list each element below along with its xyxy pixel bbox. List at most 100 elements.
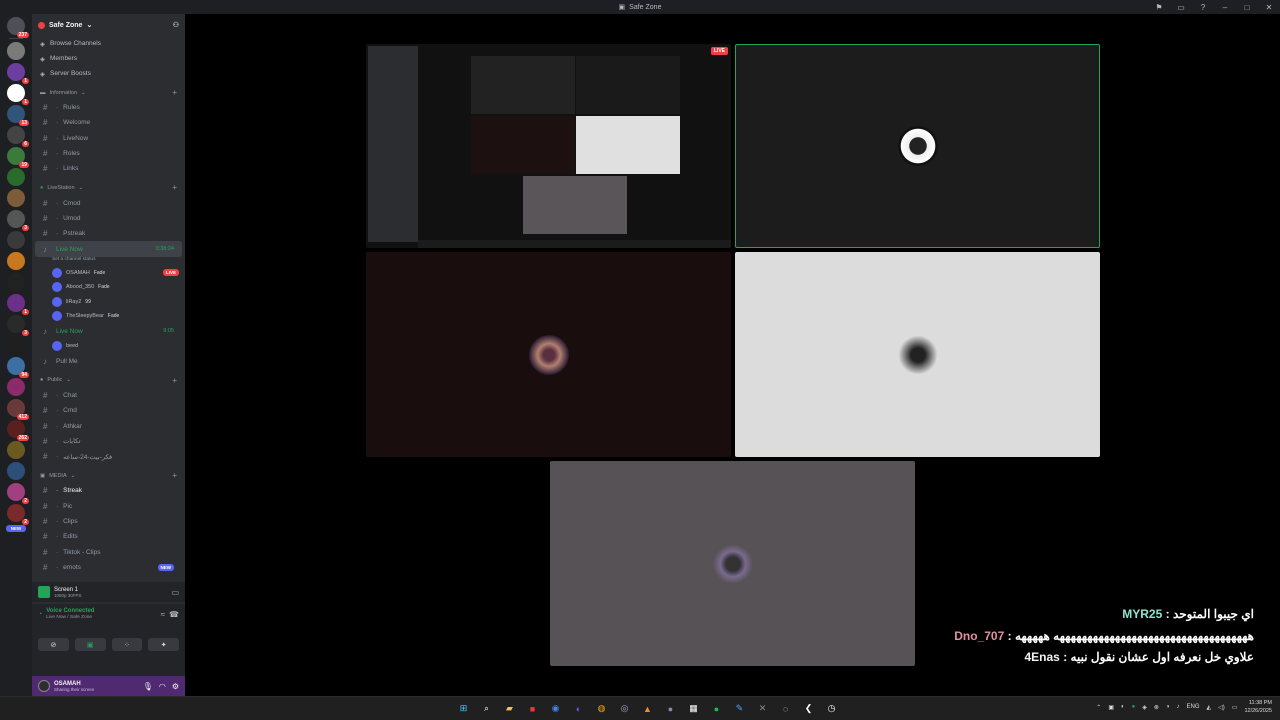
spotify-icon[interactable]: ●	[708, 700, 725, 717]
app-icon[interactable]: ●	[662, 700, 679, 717]
app-icon[interactable]: ✕	[754, 700, 771, 717]
invite-icon[interactable]: ⚇	[173, 21, 179, 29]
server-icon[interactable]	[7, 336, 25, 354]
text-channel[interactable]: # · Welcome	[35, 115, 182, 130]
discord-tray-icon[interactable]: ◐	[1121, 704, 1125, 710]
text-channel[interactable]: # · Rules	[35, 100, 182, 115]
category-livestation[interactable]: ● LiveStation ⌄ +	[32, 180, 185, 195]
add-channel-icon[interactable]: +	[172, 471, 177, 480]
text-channel[interactable]: # · Pic	[35, 499, 182, 514]
text-channel[interactable]: # · Athkar	[35, 418, 182, 433]
channel-status-text[interactable]: Set a channel status	[32, 257, 185, 266]
app-icon[interactable]: ◷	[823, 700, 840, 717]
text-channel[interactable]: # · Chat	[35, 388, 182, 403]
voice-user[interactable]: OSAMAH Fade LIVE	[32, 266, 185, 281]
soundboard-button[interactable]: ✦	[148, 638, 179, 651]
app-icon[interactable]: ◌	[777, 700, 794, 717]
stream-tile-osamah[interactable]: LIVE	[366, 44, 731, 248]
video-app-icon[interactable]: ■	[524, 700, 541, 717]
text-channel[interactable]: # · تكايات	[35, 434, 182, 449]
category-media[interactable]: ▣ MEDIA ⌄ +	[32, 468, 185, 483]
app-icon[interactable]: ❮	[800, 700, 817, 717]
voice-user[interactable]: Abood_350 Fade	[32, 280, 185, 295]
server-icon[interactable]	[7, 168, 25, 186]
chevron-up-icon[interactable]: ⌃	[1096, 704, 1101, 711]
stream-tile-beed[interactable]	[550, 461, 915, 666]
server-icon[interactable]: 3	[7, 315, 29, 336]
server-icon[interactable]: 1	[7, 63, 29, 84]
microphone-icon[interactable]: ♪	[1177, 704, 1180, 710]
screen-quality[interactable]: 1080p 30FPS	[54, 593, 82, 598]
voice-user[interactable]: TheSleepyBear Fade	[32, 309, 185, 324]
app-icon[interactable]: ▦	[685, 700, 702, 717]
language-indicator[interactable]: ENG	[1187, 704, 1200, 710]
voice-channel-live-now-2[interactable]: ♪ Live Now 9:05	[35, 324, 182, 339]
server-icon[interactable]	[7, 42, 25, 60]
app-icon[interactable]: ✎	[731, 700, 748, 717]
volume-icon[interactable]: ◁)	[1218, 704, 1225, 711]
menu-item[interactable]: ◈ Server Boosts	[32, 66, 185, 81]
tray-icon[interactable]: ◈	[1142, 704, 1147, 711]
server-icon[interactable]: 6	[7, 126, 29, 147]
voice-channel-pull-me[interactable]: ♪ Pull Me	[35, 353, 182, 368]
window-icon[interactable]: ▭	[1176, 3, 1186, 12]
tray-icon[interactable]: ▣	[1108, 704, 1114, 711]
voice-channel-live-now[interactable]: ♪ Live Now 3:38:24	[35, 241, 182, 257]
camera-button[interactable]: ⊘	[38, 638, 69, 651]
server-icon[interactable]	[7, 378, 25, 396]
inbox-icon[interactable]: ⚑	[1154, 3, 1164, 12]
chrome-icon[interactable]: ◉	[547, 700, 564, 717]
voice-user[interactable]: liRay2 99	[32, 295, 185, 310]
text-channel[interactable]: # · Cmd	[35, 403, 182, 418]
stream-tile-sleepybear[interactable]	[735, 252, 1100, 457]
tray-icon[interactable]: ⊗	[1154, 704, 1159, 711]
category-public[interactable]: ● Public ⌄ +	[32, 373, 185, 388]
server-icon[interactable]: 2	[7, 504, 29, 525]
server-icon[interactable]	[7, 189, 25, 207]
start-icon[interactable]: ⊞	[455, 700, 472, 717]
server-icon[interactable]	[7, 252, 25, 270]
server-icon[interactable]: 19	[7, 147, 29, 168]
microphone-icon[interactable]: 🎙	[143, 682, 153, 691]
server-icon[interactable]: 262	[7, 420, 29, 441]
text-channel[interactable]: # · فكر-بيت-24-ساعه	[35, 449, 182, 464]
stream-tile-abood[interactable]	[735, 44, 1100, 248]
help-icon[interactable]: ?	[1198, 3, 1208, 12]
text-channel[interactable]: # · Tiktok - Clips	[35, 544, 182, 559]
stop-stream-icon[interactable]: ▭	[171, 588, 179, 597]
text-channel[interactable]: # · Streak	[35, 483, 182, 498]
minimize-icon[interactable]: –	[1220, 3, 1230, 12]
avatar[interactable]	[38, 680, 50, 692]
server-icon[interactable]: 1	[7, 294, 29, 315]
search-icon[interactable]: ⌕	[478, 700, 495, 717]
maximize-icon[interactable]: □	[1242, 3, 1252, 12]
text-channel[interactable]: # · Edits	[35, 529, 182, 544]
tray-icon[interactable]: ●	[1132, 704, 1136, 710]
settings-icon[interactable]: ⚙	[172, 682, 179, 691]
server-icon[interactable]: 13	[7, 105, 29, 126]
voice-channel-path[interactable]: Live Now / Safe Zone	[46, 615, 94, 620]
server-icon[interactable]: 237	[7, 17, 29, 38]
text-channel[interactable]: # · Umod	[35, 211, 182, 226]
voice-user[interactable]: beed	[32, 339, 185, 354]
text-channel[interactable]: # · Roles	[35, 146, 182, 161]
text-channel[interactable]: # · LiveNow	[35, 131, 182, 146]
network-icon[interactable]: ◭	[1207, 704, 1212, 711]
menu-item[interactable]: ◈ Browse Channels	[32, 36, 185, 51]
activities-button[interactable]: ⁘	[111, 638, 143, 651]
stream-tile-liray[interactable]	[366, 252, 731, 457]
app-icon[interactable]: ▲	[639, 700, 656, 717]
voice-status[interactable]: Voice Connected	[46, 608, 94, 614]
browser-icon[interactable]: ◍	[593, 700, 610, 717]
tray-icon[interactable]: ◑	[1166, 704, 1170, 710]
signal-icon[interactable]: ◔	[38, 611, 42, 618]
close-icon[interactable]: ✕	[1264, 3, 1274, 12]
text-channel[interactable]: # · Clips	[35, 514, 182, 529]
text-channel[interactable]: # · Cmod	[35, 195, 182, 210]
headphones-icon[interactable]: ◠	[159, 682, 166, 691]
server-icon[interactable]	[7, 231, 25, 249]
add-channel-icon[interactable]: +	[172, 88, 177, 97]
text-channel[interactable]: # · Pstreak	[35, 226, 182, 241]
server-icon[interactable]	[7, 273, 25, 291]
noise-suppression-icon[interactable]: ≈	[161, 610, 165, 619]
